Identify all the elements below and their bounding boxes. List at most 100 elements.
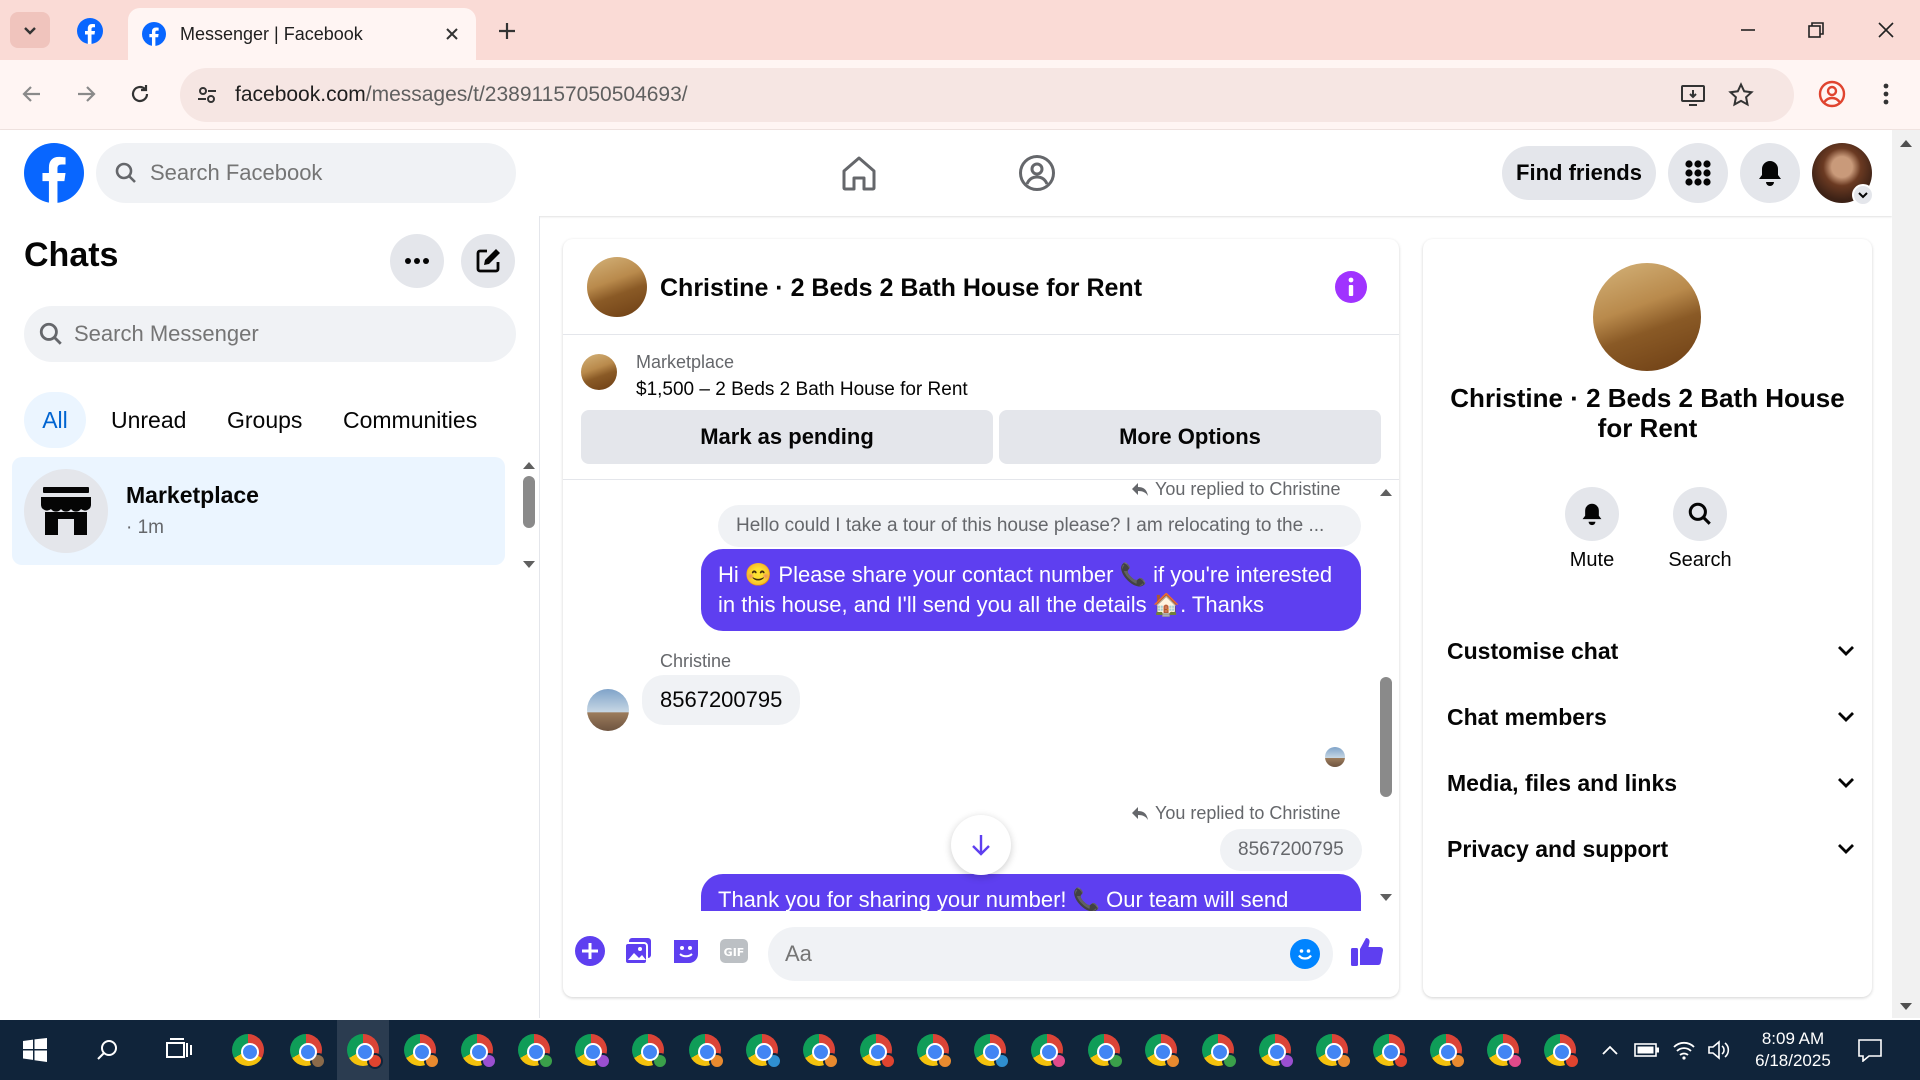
messenger-search[interactable] <box>24 306 516 362</box>
nav-groups[interactable] <box>1007 148 1067 198</box>
taskbar-chrome-window[interactable] <box>913 1030 953 1070</box>
chat-options-button[interactable] <box>390 234 444 288</box>
chat-list-item[interactable]: Marketplace · 1m <box>12 457 505 565</box>
forward-button[interactable] <box>66 74 106 114</box>
close-tab-button[interactable] <box>438 20 466 48</box>
mute-button[interactable] <box>1565 487 1619 541</box>
facebook-search-input[interactable] <box>150 160 490 186</box>
site-info-button[interactable] <box>188 76 226 114</box>
taskbar-chrome-window[interactable] <box>1027 1030 1067 1070</box>
mute-action[interactable]: Mute <box>1547 487 1637 572</box>
tab-search-button[interactable] <box>10 12 50 48</box>
pinned-facebook-tab[interactable] <box>70 14 110 48</box>
network-status[interactable] <box>1665 1030 1703 1070</box>
nav-home[interactable] <box>829 148 889 198</box>
customise-chat-section[interactable]: Customise chat <box>1447 631 1855 671</box>
sender-avatar[interactable] <box>587 689 629 731</box>
quoted-message[interactable]: Hello could I take a tour of this house … <box>718 505 1361 547</box>
incoming-message[interactable]: 8567200795 <box>642 675 801 725</box>
privacy-support-section[interactable]: Privacy and support <box>1447 829 1855 869</box>
taskbar-chrome-window[interactable] <box>514 1030 554 1070</box>
listing-thumbnail-small[interactable] <box>581 354 617 390</box>
menu-button[interactable] <box>1668 143 1728 203</box>
taskbar-chrome-window[interactable] <box>685 1030 725 1070</box>
scrollbar-thumb[interactable] <box>523 476 535 528</box>
reload-button[interactable] <box>120 74 160 114</box>
chrome-profile-button[interactable] <box>1812 74 1852 114</box>
more-actions-button[interactable] <box>572 933 608 969</box>
like-button[interactable] <box>1349 933 1385 969</box>
taskbar-chrome-window[interactable] <box>1084 1030 1124 1070</box>
attach-photo-button[interactable] <box>620 933 656 969</box>
scroll-to-bottom-button[interactable] <box>951 815 1011 875</box>
chat-photo[interactable] <box>1593 263 1701 371</box>
taskbar-chrome-window[interactable] <box>742 1030 782 1070</box>
listing-title[interactable]: $1,500 – 2 Beds 2 Bath House for Rent <box>636 379 968 401</box>
outgoing-message[interactable]: Thank you for sharing your number! 📞 Our… <box>701 874 1361 911</box>
facebook-search[interactable] <box>96 143 516 203</box>
emoji-button[interactable] <box>1290 939 1320 969</box>
clock[interactable]: 8:09 AM 6/18/2025 <box>1740 1028 1846 1072</box>
notifications-button[interactable] <box>1740 143 1800 203</box>
conversation-info-button[interactable] <box>1335 271 1367 303</box>
tab-messenger[interactable]: Messenger | Facebook <box>128 8 476 60</box>
taskbar-chrome-window[interactable] <box>799 1030 839 1070</box>
filter-tab-unread[interactable]: Unread <box>97 392 200 448</box>
filter-tab-communities[interactable]: Communities <box>329 392 491 448</box>
conversation-title[interactable]: Christine · 2 Beds 2 Bath House for Rent <box>660 274 1142 303</box>
taskbar-chrome-window[interactable] <box>1540 1030 1580 1070</box>
scrollbar-thumb[interactable] <box>1380 677 1392 797</box>
taskbar-chrome-window[interactable] <box>1141 1030 1181 1070</box>
close-window-button[interactable] <box>1856 8 1916 52</box>
page-scrollbar[interactable] <box>1892 130 1920 1018</box>
chat-members-section[interactable]: Chat members <box>1447 697 1855 737</box>
facebook-logo[interactable] <box>24 143 84 203</box>
account-menu-caret[interactable] <box>1852 184 1874 206</box>
chat-list-scrollbar[interactable] <box>520 460 538 570</box>
taskbar-chrome-icon[interactable] <box>228 1030 268 1070</box>
sticker-button[interactable] <box>668 933 704 969</box>
filter-tab-all[interactable]: All <box>24 392 86 448</box>
search-in-chat-button[interactable] <box>1673 487 1727 541</box>
taskbar-chrome-window[interactable] <box>1483 1030 1523 1070</box>
browser-menu-button[interactable] <box>1866 74 1906 114</box>
minimize-window-button[interactable] <box>1718 8 1778 52</box>
gif-button[interactable]: GIF <box>716 933 752 969</box>
taskbar-search-button[interactable] <box>88 1030 128 1070</box>
message-input[interactable] <box>785 941 1265 967</box>
find-friends-button[interactable]: Find friends <box>1502 146 1656 200</box>
taskbar-chrome-window[interactable] <box>400 1030 440 1070</box>
taskbar-chrome-window[interactable] <box>970 1030 1010 1070</box>
taskbar-chrome-window[interactable] <box>457 1030 497 1070</box>
show-hidden-icons-button[interactable] <box>1590 1030 1630 1070</box>
taskbar-chrome-window[interactable] <box>856 1030 896 1070</box>
notification-center-button[interactable] <box>1850 1030 1890 1070</box>
quoted-message[interactable]: 8567200795 <box>1220 829 1362 871</box>
listing-thumbnail[interactable] <box>587 257 647 317</box>
taskbar-chrome-window[interactable] <box>628 1030 668 1070</box>
battery-status[interactable] <box>1628 1030 1666 1070</box>
taskbar-chrome-window[interactable] <box>571 1030 611 1070</box>
taskbar-chrome-window[interactable] <box>1312 1030 1352 1070</box>
restore-window-button[interactable] <box>1786 8 1846 52</box>
taskbar-chrome-window[interactable] <box>1426 1030 1466 1070</box>
taskbar-chrome-window[interactable] <box>1198 1030 1238 1070</box>
media-files-links-section[interactable]: Media, files and links <box>1447 763 1855 803</box>
bookmark-button[interactable] <box>1728 82 1754 108</box>
filter-tab-groups[interactable]: Groups <box>213 392 316 448</box>
new-tab-button[interactable] <box>490 14 524 48</box>
more-options-button[interactable]: More Options <box>999 410 1381 464</box>
outgoing-message[interactable]: Hi 😊 Please share your contact number 📞 … <box>701 549 1361 631</box>
install-app-button[interactable] <box>1680 82 1706 108</box>
address-bar[interactable]: facebook.com/messages/t/2389115705050469… <box>180 68 1794 122</box>
volume-status[interactable] <box>1700 1030 1738 1070</box>
search-action[interactable]: Search <box>1655 487 1745 572</box>
conversation-scrollbar[interactable] <box>1376 481 1396 911</box>
taskbar-chrome-window[interactable] <box>1369 1030 1409 1070</box>
start-button[interactable] <box>15 1030 55 1070</box>
task-view-button[interactable] <box>159 1030 199 1070</box>
taskbar-chrome-window[interactable] <box>1255 1030 1295 1070</box>
message-input-container[interactable] <box>768 927 1333 981</box>
taskbar-chrome-window[interactable] <box>286 1030 326 1070</box>
messenger-search-input[interactable] <box>74 321 494 347</box>
